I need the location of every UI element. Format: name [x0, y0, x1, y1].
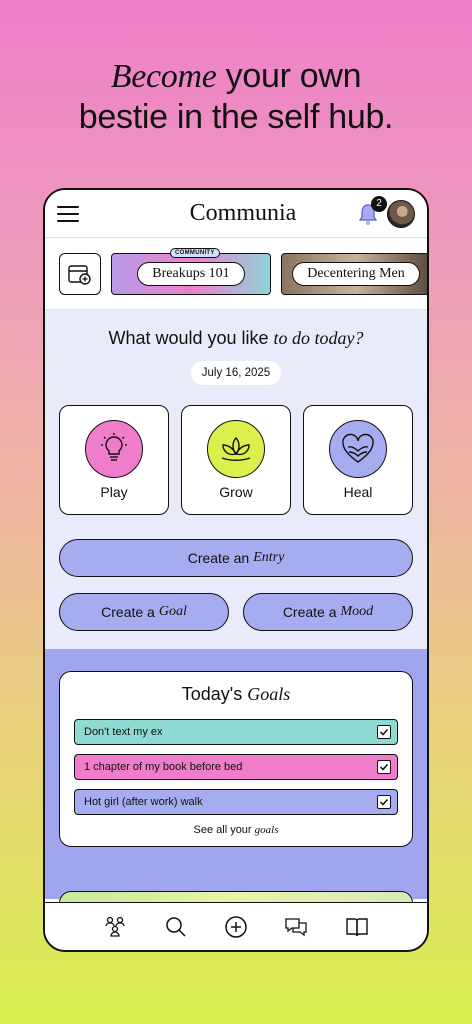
question-prefix: What would you like — [108, 328, 274, 348]
phone-frame: Communia 2 COMMUNITY Breakups 101 Decent… — [43, 188, 429, 952]
see-all-italic: goals — [254, 824, 279, 836]
headline-line2: bestie in the self hub. — [78, 98, 394, 136]
goals-title-italic: Goals — [247, 684, 291, 704]
goal-text: Don't text my ex — [84, 726, 163, 738]
headline-italic: Become — [110, 58, 217, 95]
todo-section: What would you like to do today? July 16… — [45, 310, 427, 649]
button-italic: Mood — [340, 604, 374, 619]
activity-tiles: Play Grow Heal — [59, 405, 413, 515]
avatar[interactable] — [386, 199, 415, 228]
chip-decentering[interactable]: Decentering Men — [281, 252, 427, 295]
community-icon[interactable] — [103, 915, 127, 939]
tile-label: Heal — [343, 484, 373, 500]
bell-icon[interactable]: 2 — [357, 195, 387, 226]
lotus-icon — [207, 420, 265, 478]
goal-checkbox[interactable] — [377, 795, 391, 809]
goals-title-prefix: Today's — [181, 684, 248, 704]
goal-item[interactable]: 1 chapter of my book before bed — [74, 754, 398, 780]
create-entry-button[interactable]: Create an Entry — [59, 539, 413, 577]
goal-checkbox[interactable] — [377, 760, 391, 774]
goal-checkbox[interactable] — [377, 725, 391, 739]
community-chips: COMMUNITY Breakups 101 Decentering Men — [45, 238, 427, 310]
goals-card: Today's Goals Don't text my ex 1 chapter… — [59, 671, 413, 847]
goal-text: Hot girl (after work) walk — [84, 796, 203, 808]
chip-label: Decentering Men — [292, 261, 420, 286]
button-italic: Goal — [158, 604, 187, 619]
chat-icon[interactable] — [284, 915, 308, 939]
create-goal-button[interactable]: Create a Goal — [59, 593, 229, 631]
goal-text: 1 chapter of my book before bed — [84, 761, 243, 773]
goals-section: Today's Goals Don't text my ex 1 chapter… — [45, 649, 427, 931]
check-icon — [379, 763, 389, 771]
chip-breakups[interactable]: COMMUNITY Breakups 101 — [111, 247, 271, 295]
tile-play[interactable]: Play — [59, 405, 169, 515]
add-community-button[interactable] — [59, 252, 101, 295]
top-bar: Communia 2 — [45, 190, 427, 238]
create-mood-button[interactable]: Create a Mood — [243, 593, 413, 631]
add-icon[interactable] — [224, 915, 248, 939]
tile-grow[interactable]: Grow — [181, 405, 291, 515]
tile-label: Grow — [219, 484, 253, 500]
check-icon — [379, 728, 389, 736]
todo-question: What would you like to do today? — [59, 328, 413, 349]
button-italic: Entry — [253, 550, 285, 565]
see-all-goals-link[interactable]: See all your goals — [74, 824, 398, 836]
menu-icon[interactable] — [57, 205, 79, 222]
community-tag: COMMUNITY — [170, 247, 220, 258]
notification-badge: 2 — [370, 195, 387, 212]
app-logo: Communia — [189, 200, 297, 226]
marketing-headline: Become your own bestie in the self hub. — [0, 56, 472, 137]
question-italic: to do today? — [273, 328, 364, 348]
bottom-nav — [45, 902, 427, 950]
add-community-icon — [68, 264, 91, 285]
tile-heal[interactable]: Heal — [303, 405, 413, 515]
search-icon[interactable] — [164, 915, 188, 939]
button-prefix: Create an — [187, 550, 250, 566]
goal-item[interactable]: Don't text my ex — [74, 719, 398, 745]
goal-item[interactable]: Hot girl (after work) walk — [74, 789, 398, 815]
journal-icon[interactable] — [345, 915, 369, 939]
date-pill: July 16, 2025 — [191, 361, 281, 385]
chip-label: Breakups 101 — [137, 261, 245, 286]
lightbulb-icon — [85, 420, 143, 478]
button-prefix: Create a — [282, 604, 337, 620]
check-icon — [379, 798, 389, 806]
tile-label: Play — [100, 484, 128, 500]
see-all-prefix: See all your — [193, 824, 255, 836]
heart-icon — [329, 420, 387, 478]
headline-line1: your own — [216, 57, 362, 95]
button-prefix: Create a — [101, 604, 155, 620]
goals-title: Today's Goals — [74, 684, 398, 705]
